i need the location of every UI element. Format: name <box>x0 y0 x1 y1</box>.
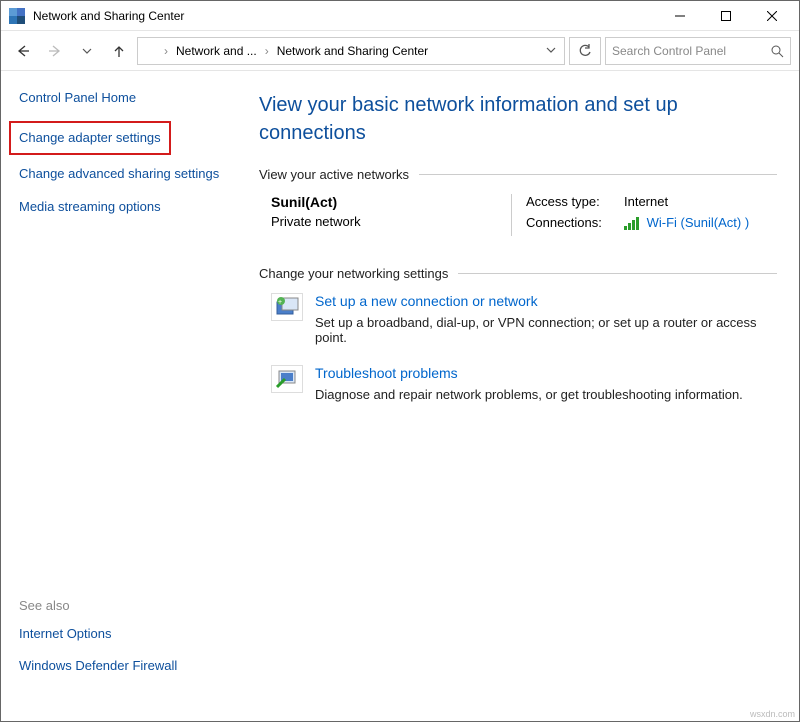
address-dropdown[interactable] <box>542 44 560 58</box>
task-description: Diagnose and repair network problems, or… <box>315 387 743 402</box>
breadcrumb-sep: › <box>162 44 170 58</box>
refresh-button[interactable] <box>569 37 601 65</box>
arrow-left-icon <box>16 44 30 58</box>
minimize-button[interactable] <box>657 1 703 31</box>
minimize-icon <box>675 11 685 21</box>
maximize-icon <box>721 11 731 21</box>
close-button[interactable] <box>749 1 795 31</box>
wifi-signal-icon <box>624 217 639 230</box>
sidebar-link-advanced-sharing[interactable]: Change advanced sharing settings <box>19 165 243 183</box>
chevron-down-icon <box>82 46 92 56</box>
see-also-header: See also <box>19 598 177 613</box>
divider <box>458 273 777 274</box>
window-title: Network and Sharing Center <box>33 9 184 23</box>
address-bar[interactable]: › Network and ... › Network and Sharing … <box>137 37 565 65</box>
see-also: See also Internet Options Windows Defend… <box>19 598 177 689</box>
section-active-networks: View your active networks <box>259 167 777 182</box>
section-label: Change your networking settings <box>259 266 448 281</box>
refresh-icon <box>578 44 592 58</box>
search-placeholder: Search Control Panel <box>612 44 726 58</box>
task-setup-connection: + Set up a new connection or network Set… <box>271 293 777 345</box>
search-input[interactable]: Search Control Panel <box>605 37 791 65</box>
sidebar-link-change-adapter[interactable]: Change adapter settings <box>19 129 161 147</box>
task-title-link[interactable]: Set up a new connection or network <box>315 293 538 309</box>
network-name: Sunil(Act) <box>271 194 511 210</box>
nav-toolbar: › Network and ... › Network and Sharing … <box>1 31 799 71</box>
highlight-box: Change adapter settings <box>9 121 171 155</box>
breadcrumb-icon <box>142 43 158 59</box>
breadcrumb-seg1[interactable]: Network and ... <box>174 44 259 58</box>
title-bar: Network and Sharing Center <box>1 1 799 31</box>
maximize-button[interactable] <box>703 1 749 31</box>
connection-link[interactable]: Wi-Fi (Sunil(Act) ) <box>647 215 750 230</box>
sidebar-link-media-streaming[interactable]: Media streaming options <box>19 198 243 216</box>
sidebar-link-internet-options[interactable]: Internet Options <box>19 625 177 643</box>
network-type: Private network <box>271 214 511 229</box>
divider <box>419 174 777 175</box>
task-troubleshoot: Troubleshoot problems Diagnose and repai… <box>271 365 777 402</box>
up-button[interactable] <box>105 37 133 65</box>
sidebar-link-firewall[interactable]: Windows Defender Firewall <box>19 657 177 675</box>
section-label: View your active networks <box>259 167 409 182</box>
back-button[interactable] <box>9 37 37 65</box>
sidebar-link-home[interactable]: Control Panel Home <box>19 89 243 107</box>
section-change-settings: Change your networking settings <box>259 266 777 281</box>
sidebar: Control Panel Home Change adapter settin… <box>1 71 251 707</box>
svg-text:+: + <box>278 299 282 306</box>
network-sharing-icon <box>9 8 25 24</box>
access-type-label: Access type: <box>526 194 624 209</box>
chevron-down-icon <box>546 45 556 55</box>
close-icon <box>767 11 777 21</box>
recent-dropdown[interactable] <box>73 37 101 65</box>
active-network-row: Sunil(Act) Private network Access type: … <box>271 194 777 236</box>
task-description: Set up a broadband, dial-up, or VPN conn… <box>315 315 777 345</box>
page-heading: View your basic network information and … <box>259 91 777 147</box>
access-type-value: Internet <box>624 194 668 209</box>
main-panel: View your basic network information and … <box>251 71 799 707</box>
troubleshoot-icon <box>271 365 303 393</box>
forward-button[interactable] <box>41 37 69 65</box>
breadcrumb-seg2[interactable]: Network and Sharing Center <box>275 44 430 58</box>
arrow-up-icon <box>112 44 126 58</box>
search-icon <box>770 44 784 58</box>
task-title-link[interactable]: Troubleshoot problems <box>315 365 458 381</box>
watermark: wsxdn.com <box>750 709 795 719</box>
setup-connection-icon: + <box>271 293 303 321</box>
arrow-right-icon <box>48 44 62 58</box>
connections-label: Connections: <box>526 215 624 230</box>
breadcrumb-sep: › <box>263 44 271 58</box>
